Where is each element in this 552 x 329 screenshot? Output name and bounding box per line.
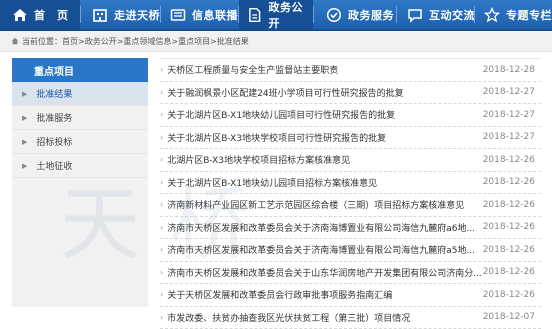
bullet-icon: › [160,313,163,322]
topic-icon [484,7,500,23]
breadcrumb-separator: > [117,37,124,46]
newspaper-icon [170,7,186,23]
caret-right-icon: ▶ [22,90,27,98]
list-item-date: 2018-12-26 [483,245,535,255]
sidebar: 重点项目 ▶ 批准结果 ▶ 批准服务 ▶ 招标投标 ▶ 土地征收 [12,58,148,307]
bullet-icon: › [160,223,163,232]
list-item[interactable]: › 济南市天桥区发展和改革委员会关于济南海博置业有限公司海信九麓府a6地...20… [160,217,541,240]
bullet-icon: › [160,133,163,142]
nav-label: 政务公开 [268,0,313,31]
nav-about-tianqiao[interactable]: 走进天桥 [92,0,160,29]
list-item[interactable]: › 济南新材料产业园区新工艺示范园区综合楼（三期）项目招标方案核准意见2018-1… [160,194,541,217]
list-item[interactable]: › 市发改委、扶贫办抽查我区光伏扶贫工程（第三批）项目情况2018-12-07 [160,307,541,329]
list-item-title[interactable]: 关于北湖片区B-X1地块幼儿园项目招标方案核准意见 [167,176,482,189]
list-item-date: 2018-12-27 [483,110,535,120]
nav-label: 政务服务 [348,7,394,23]
bullet-icon: › [160,88,163,97]
list-item[interactable]: › 天桥区工程质量与安全生产监督站主要职责2018-12-28 [160,59,541,82]
nav-label: 走进天桥 [114,7,160,23]
list-item-date: 2018-12-26 [483,200,535,210]
list-item[interactable]: › 关于天桥区发展和改革委员会行政审批事项服务指南汇编2018-12-26 [160,284,541,307]
bullet-icon: › [160,110,163,119]
document-icon [247,7,262,23]
sidebar-title: 重点项目 [12,58,148,82]
caret-right-icon: ▶ [22,114,27,122]
sidebar-item-label: 批准结果 [36,87,72,100]
nav-home[interactable]: 首 页 [0,0,80,29]
breadcrumb-separator: > [210,37,217,46]
list-item[interactable]: › 济南市天桥区发展和改革委员会关于济南海博置业有限公司海信九麓府a5地...20… [160,239,541,262]
list-item-title[interactable]: 关于北湖片区B-X1地块幼儿园项目可行性研究报告的批复 [167,108,482,121]
breadcrumb-approval-results[interactable]: 批准结果 [217,36,249,47]
bullet-icon: › [160,65,163,74]
list-item-title[interactable]: 济南新材料产业园区新工艺示范园区综合楼（三期）项目招标方案核准意见 [167,198,482,211]
breadcrumb-home[interactable]: 首页 [62,36,78,47]
sidebar-item-bidding[interactable]: ▶ 招标投标 [12,130,148,154]
list-item[interactable]: › 关于融润枫景小区配建24班小学项目可行性研究报告的批复2018-12-27 [160,82,541,105]
home-icon [12,7,28,23]
list-item-title[interactable]: 济南市天桥区发展和改革委员会关于济南海博置业有限公司海信九麓府a6地... [167,221,482,234]
list-item[interactable]: › 关于北湖片区B-X3地块学校项目可行性研究报告的批复2018-12-27 [160,127,541,150]
list-item-title[interactable]: 济南市天桥区发展和改革委员会关于济南海博置业有限公司海信九麓府a5地... [167,243,482,256]
nav-label: 信息联播 [192,7,238,23]
bullet-icon: › [160,155,163,164]
list-item-title[interactable]: 关于天桥区发展和改革委员会行政审批事项服务指南汇编 [167,288,482,301]
list-item-date: 2018-12-27 [483,132,535,142]
breadcrumb-key-areas[interactable]: 重点领域信息 [123,36,171,47]
caret-right-icon: ▶ [22,138,27,146]
list-item-date: 2018-12-27 [483,87,535,97]
breadcrumb-prefix: 当前位置： [22,36,62,47]
nav-gov-affairs-disclosure[interactable]: 政务公开 [239,0,313,29]
sidebar-item-land-acquisition[interactable]: ▶ 土地征收 [12,154,148,178]
bullet-icon: › [160,268,163,277]
service-icon [326,7,342,23]
article-list: › 天桥区工程质量与安全生产监督站主要职责2018-12-28 › 关于融润枫景小区配… [160,58,541,308]
nav-label: 专题专栏 [506,7,552,23]
list-item-date: 2018-12-28 [483,65,535,75]
bullet-icon: › [160,200,163,209]
top-navigation: 首 页 走进天桥 信息联播 政务公开 政务服务 互动交流 专题专栏 [0,0,552,31]
home-location-icon [11,37,19,45]
nav-gov-services[interactable]: 政务服务 [326,0,394,29]
building-icon [92,7,108,23]
nav-topics[interactable]: 专题专栏 [484,0,552,29]
sidebar-item-label: 土地征收 [36,159,72,172]
breadcrumb: 当前位置： 首页 > 政务公开 > 重点领域信息 > 重点项目 > 批准结果 [0,31,552,52]
sidebar-item-label: 招标投标 [36,135,72,148]
breadcrumb-key-projects[interactable]: 重点项目 [178,36,210,47]
bullet-icon: › [160,290,163,299]
nav-news[interactable]: 信息联播 [170,0,238,29]
list-item-title[interactable]: 北湖片区B-X3地块学校项目招标方案核准意见 [167,153,482,166]
caret-right-icon: ▶ [22,162,27,170]
nav-label: 首 页 [34,7,69,23]
sidebar-item-label: 批准服务 [36,111,72,124]
list-item-date: 2018-12-26 [483,222,535,232]
list-item-date: 2018-12-26 [483,155,535,165]
bullet-icon: › [160,245,163,254]
list-item[interactable]: › 北湖片区B-X3地块学校项目招标方案核准意见2018-12-26 [160,149,541,172]
list-item-date: 2018-12-07 [483,312,535,322]
sidebar-item-approval-services[interactable]: ▶ 批准服务 [12,106,148,130]
nav-label: 互动交流 [429,7,475,23]
list-item-title[interactable]: 关于融润枫景小区配建24班小学项目可行性研究报告的批复 [167,86,482,99]
list-item-title[interactable]: 济南市天桥区发展和改革委员会关于山东华润房地产开发集团有限公司济南分... [167,266,482,279]
list-item[interactable]: › 济南市天桥区发展和改革委员会关于山东华润房地产开发集团有限公司济南分...20… [160,262,541,285]
list-item-title[interactable]: 市发改委、扶贫办抽查我区光伏扶贫工程（第三批）项目情况 [167,311,482,324]
nav-interaction[interactable]: 互动交流 [407,0,475,29]
list-item[interactable]: › 关于北湖片区B-X1地块幼儿园项目可行性研究报告的批复2018-12-27 [160,104,541,127]
breadcrumb-separator: > [171,37,178,46]
list-item-date: 2018-12-26 [483,290,535,300]
list-item[interactable]: › 关于北湖片区B-X1地块幼儿园项目招标方案核准意见2018-12-26 [160,172,541,195]
list-item-title[interactable]: 关于北湖片区B-X3地块学校项目可行性研究报告的批复 [167,131,482,144]
breadcrumb-gov-disclosure[interactable]: 政务公开 [85,36,117,47]
sidebar-item-approval-results[interactable]: ▶ 批准结果 [12,82,148,106]
list-item-title[interactable]: 天桥区工程质量与安全生产监督站主要职责 [167,63,482,76]
breadcrumb-separator: > [78,37,85,46]
list-item-date: 2018-12-26 [483,177,535,187]
bullet-icon: › [160,178,163,187]
list-item-date: 2018-12-26 [483,267,535,277]
chat-icon [407,7,423,23]
